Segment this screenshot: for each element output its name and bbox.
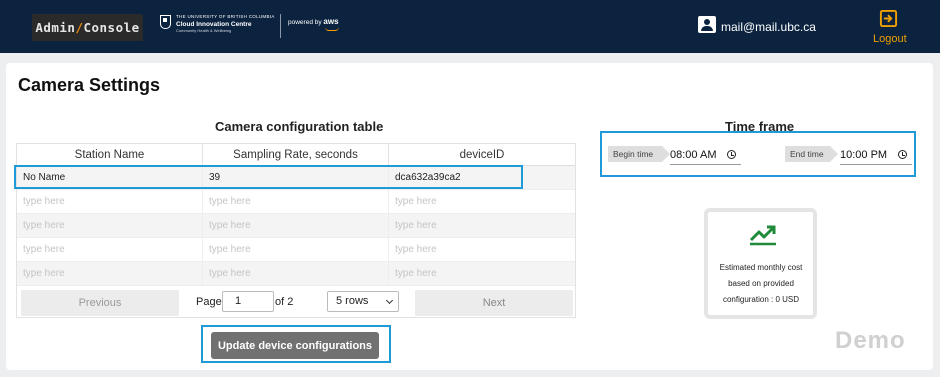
sampling-rate-cell[interactable]: 39 (203, 166, 389, 189)
begin-time-label: Begin time (608, 146, 670, 162)
clock-icon[interactable] (898, 150, 907, 159)
header-divider (280, 14, 281, 38)
device-id-cell[interactable]: type here (389, 190, 575, 213)
station-name-cell[interactable]: type here (17, 238, 203, 261)
cost-line3: configuration : 0 USD (722, 295, 800, 304)
powered-by-text: powered by (288, 19, 322, 26)
col-header-device-id: deviceID (459, 148, 505, 161)
table-row: type here type here type here (17, 190, 575, 214)
admin-console-logo[interactable]: Admin/Console (32, 14, 143, 41)
end-time-value: 10:00 PM (840, 149, 888, 161)
page-total-label: of 2 (275, 296, 294, 308)
rows-per-page-value: 5 rows (336, 295, 369, 307)
sampling-rate-cell[interactable]: type here (203, 190, 389, 213)
station-name-cell[interactable]: type here (17, 262, 203, 285)
user-account-icon (698, 16, 716, 33)
table-row: type here type here type here (17, 262, 575, 286)
time-frame-title: Time frame (725, 119, 795, 134)
update-device-configurations-button[interactable]: Update device configurations (211, 332, 379, 359)
clock-icon[interactable] (727, 150, 736, 159)
table-row: No Name 39 dca632a39ca2 (17, 166, 575, 190)
device-id-cell[interactable]: dca632a39ca2 (389, 166, 575, 189)
device-id-cell[interactable]: type here (389, 214, 575, 237)
brand-right: Console (83, 20, 140, 35)
aws-smile-icon (325, 27, 339, 31)
camera-config-table: Station Name Sampling Rate, seconds devi… (16, 143, 576, 318)
station-name-cell[interactable]: type here (17, 214, 203, 237)
page-label: Page (196, 296, 222, 308)
sampling-rate-cell[interactable]: type here (203, 214, 389, 237)
estimated-cost-card: Estimated monthly cost based on provided… (704, 208, 817, 319)
col-header-station-name: Station Name (17, 144, 203, 165)
end-time-input[interactable]: 10:00 PM (840, 147, 912, 165)
next-page-button[interactable]: Next (415, 290, 573, 316)
estimated-cost-text: Estimated monthly cost based on provided… (710, 260, 812, 308)
device-id-cell[interactable]: type here (389, 262, 575, 285)
chevron-down-icon (385, 296, 394, 305)
ubc-line1: THE UNIVERSITY OF BRITISH COLUMBIA (176, 14, 275, 19)
user-email: mail@mail.ubc.ca (721, 20, 816, 34)
page-title: Camera Settings (18, 75, 161, 95)
col-header-sampling-rate: Sampling Rate, seconds (203, 144, 389, 165)
aws-logo-text: aws (323, 17, 339, 26)
demo-watermark: Demo (835, 327, 906, 354)
begin-time-value: 08:00 AM (670, 149, 717, 161)
station-name-cell[interactable]: type here (17, 190, 203, 213)
table-title: Camera configuration table (215, 119, 384, 134)
logout-button[interactable]: Logout (873, 33, 907, 45)
ubc-crest-icon (160, 15, 171, 29)
powered-by-aws: powered by aws (288, 17, 339, 26)
logout-icon[interactable] (879, 9, 898, 28)
table-header-row: Station Name Sampling Rate, seconds devi… (17, 144, 575, 166)
rows-per-page-select[interactable]: 5 rows (327, 291, 399, 312)
previous-page-button[interactable]: Previous (21, 290, 179, 316)
brand-left: Admin (35, 20, 76, 35)
trending-up-icon (749, 225, 776, 246)
top-navbar: Admin/Console THE UNIVERSITY OF BRITISH … (0, 0, 940, 53)
cost-line1: Estimated monthly cost (719, 263, 803, 272)
sampling-rate-cell[interactable]: type here (203, 262, 389, 285)
table-row: type here type here type here (17, 238, 575, 262)
table-row: type here type here type here (17, 214, 575, 238)
begin-time-input[interactable]: 08:00 AM (670, 147, 741, 165)
ubc-logo-text: THE UNIVERSITY OF BRITISH COLUMBIA Cloud… (176, 14, 275, 33)
pagination-bar: Previous Page 1 of 2 5 rows Next (17, 287, 575, 319)
station-name-cell[interactable]: No Name (17, 166, 203, 189)
device-id-cell[interactable]: type here (389, 238, 575, 261)
sampling-rate-cell[interactable]: type here (203, 238, 389, 261)
end-time-label: End time (785, 146, 838, 162)
ubc-line3: Community Health & Wellbeing (176, 28, 232, 33)
page-number-input[interactable]: 1 (222, 291, 274, 312)
cost-line2: based on provided (728, 279, 794, 288)
